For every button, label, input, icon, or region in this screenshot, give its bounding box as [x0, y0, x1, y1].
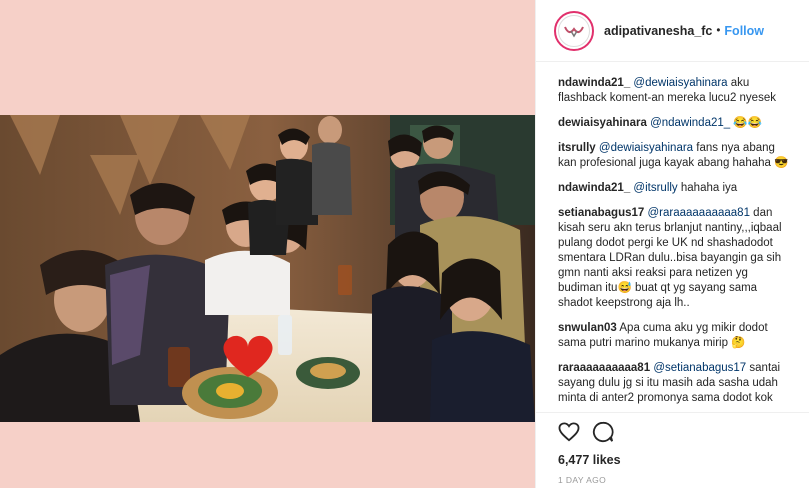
instagram-post: adipativanesha_fc • Follow ndawinda21_ @… — [0, 0, 809, 488]
separator-dot: • — [716, 24, 721, 37]
post-header: adipativanesha_fc • Follow — [536, 0, 809, 62]
comment-mention[interactable]: @ndawinda21_ — [650, 117, 730, 129]
post-media[interactable] — [0, 0, 535, 488]
avatar[interactable] — [554, 10, 594, 51]
comment-item: ndawinda21_ @dewiaisyahinara aku flashba… — [558, 76, 793, 106]
post-photo — [0, 115, 535, 422]
comment-item: snwulan03 Apa cuma aku yg mikir dodot sa… — [558, 321, 793, 351]
comment-text: hahaha iya — [677, 182, 738, 194]
post-sidebar: adipativanesha_fc • Follow ndawinda21_ @… — [535, 0, 809, 488]
comment-text: 😂😂 — [730, 117, 763, 129]
action-icons — [558, 419, 793, 447]
comment-item: itsrully @dewiaisyahinara fans nya abang… — [558, 141, 793, 171]
comment-mention[interactable]: @itsrully — [633, 182, 677, 194]
follow-button[interactable]: Follow — [724, 24, 764, 38]
comment-item: ndawinda21_ @itsrully hahaha iya — [558, 181, 793, 196]
comment-username[interactable]: snwulan03 — [558, 322, 617, 334]
heart-outline-icon[interactable] — [558, 421, 580, 445]
comment-mention[interactable]: @raraaaaaaaaaa81 — [648, 207, 750, 219]
comment-item: dewiaisyahinara @ndawinda21_ 😂😂 — [558, 116, 793, 131]
comment-username[interactable]: setianabagus17 — [558, 207, 644, 219]
comment-username[interactable]: ndawinda21_ — [558, 182, 630, 194]
post-timestamp: 1 DAY AGO — [558, 475, 607, 485]
comment-username[interactable]: dewiaisyahinara — [558, 117, 647, 129]
comment-username[interactable]: ndawinda21_ — [558, 77, 630, 89]
post-actions: 6,477 likes 1 DAY AGO — [536, 412, 809, 485]
comment-mention[interactable]: @dewiaisyahinara — [599, 142, 693, 154]
comment-username[interactable]: itsrully — [558, 142, 596, 154]
speech-bubble-icon[interactable] — [592, 421, 614, 446]
likes-count[interactable]: 6,477 likes — [558, 453, 793, 467]
comment-item: raraaaaaaaaaa81 @setianabagus17 santai s… — [558, 361, 793, 406]
comment-username[interactable]: raraaaaaaaaaa81 — [558, 362, 650, 374]
avatar-logo-icon — [558, 14, 590, 47]
username-link[interactable]: adipativanesha_fc — [604, 24, 712, 38]
comment-mention[interactable]: @dewiaisyahinara — [633, 77, 727, 89]
comment-mention[interactable]: @setianabagus17 — [653, 362, 746, 374]
comment-text: dan kisah seru akn terus brlanjut nantin… — [558, 207, 782, 309]
comment-item: setianabagus17 @raraaaaaaaaaa81 dan kisa… — [558, 206, 793, 311]
comment-list[interactable]: ndawinda21_ @dewiaisyahinara aku flashba… — [536, 62, 809, 412]
